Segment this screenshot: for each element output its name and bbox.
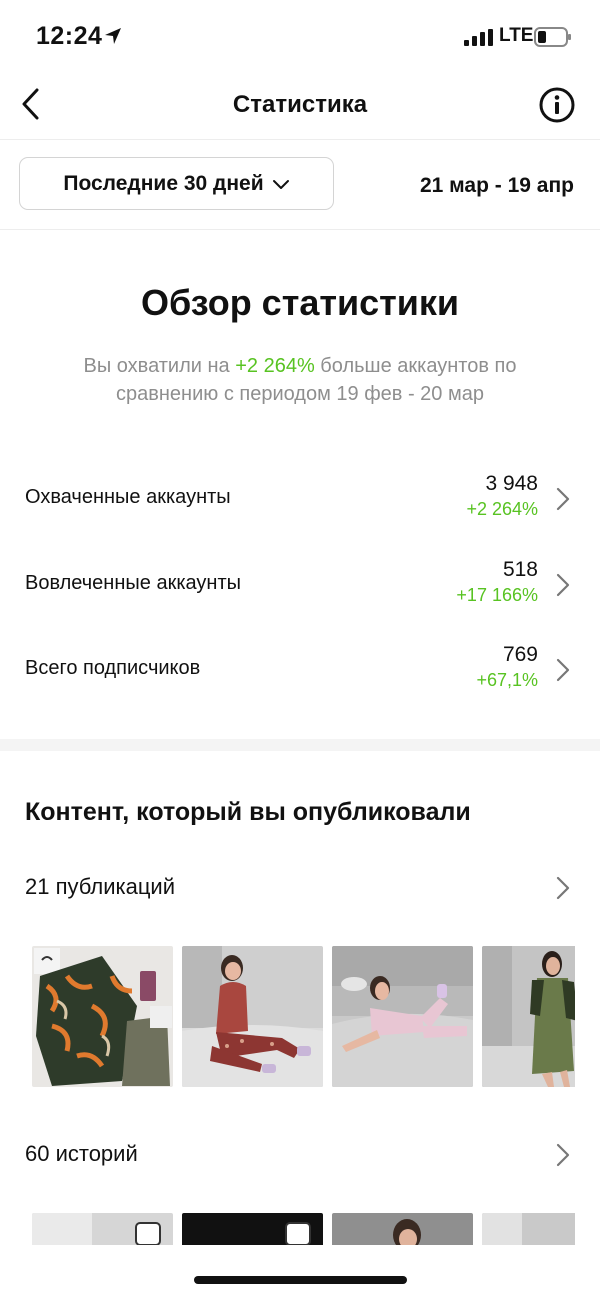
- chevron-right-icon: [556, 658, 570, 682]
- metric-label: Охваченные аккаунты: [25, 486, 231, 508]
- chevron-right-icon: [556, 487, 570, 511]
- story-image-3: [332, 1213, 473, 1248]
- metric-row-engaged-accounts[interactable]: Вовлеченные аккаунты 518 +17 166%: [0, 556, 600, 616]
- story-image-4: [482, 1213, 575, 1248]
- status-bar: 12:24 LTE: [0, 0, 600, 70]
- post-thumbnail[interactable]: [182, 946, 323, 1087]
- posts-count-label: 21 публикаций: [25, 874, 176, 899]
- metric-change: +67,1%: [476, 670, 538, 690]
- chevron-right-icon: [556, 1143, 570, 1167]
- story-image-2: [182, 1213, 323, 1248]
- metric-value: 3 948: [485, 472, 538, 495]
- chevron-down-icon: [272, 179, 289, 189]
- metric-value: 769: [502, 643, 538, 666]
- network-type: LTE: [499, 25, 534, 46]
- story-image-1: [32, 1213, 173, 1248]
- bottom-safe-area: [0, 1245, 600, 1297]
- posts-thumbnail-strip: [32, 946, 575, 1087]
- metric-row-total-followers[interactable]: Всего подписчиков 769 +67,1%: [0, 641, 600, 701]
- content-section-title: Контент, который вы опубликовали: [25, 798, 471, 826]
- overview-desc-prefix: Вы охватили на: [83, 355, 236, 377]
- chevron-right-icon: [556, 573, 570, 597]
- filter-bar: Последние 30 дней 21 мар - 19 апр: [0, 140, 600, 230]
- date-range: 21 мар - 19 апр: [419, 174, 574, 197]
- stories-count-label: 60 историй: [25, 1141, 138, 1166]
- home-indicator[interactable]: [194, 1276, 407, 1284]
- stories-thumbnail-strip: [32, 1213, 575, 1248]
- post-thumbnail[interactable]: [482, 946, 575, 1087]
- story-thumbnail[interactable]: [32, 1213, 173, 1248]
- signal-strength-icon: [464, 29, 493, 46]
- overview-title: Обзор статистики: [140, 282, 460, 323]
- status-time: 12:24: [36, 22, 103, 50]
- overview-desc-highlight: +2 264%: [235, 355, 315, 377]
- metric-change: +17 166%: [456, 585, 538, 605]
- chevron-right-icon: [556, 876, 570, 900]
- metric-label: Вовлеченные аккаунты: [25, 572, 241, 594]
- metric-value: 518: [502, 558, 538, 581]
- section-divider: [0, 739, 600, 751]
- story-thumbnail[interactable]: [332, 1213, 473, 1248]
- post-thumbnail[interactable]: [332, 946, 473, 1087]
- metric-label: Всего подписчиков: [25, 657, 201, 679]
- metric-change: +2 264%: [466, 499, 538, 519]
- metric-row-reached-accounts[interactable]: Охваченные аккаунты 3 948 +2 264%: [0, 470, 600, 530]
- location-arrow-icon: [105, 28, 121, 44]
- post-image-robe: [32, 946, 173, 1087]
- post-image-green-robe: [482, 946, 575, 1087]
- info-icon[interactable]: [538, 86, 576, 124]
- nav-bar: Статистика: [0, 70, 600, 140]
- period-dropdown[interactable]: Последние 30 дней: [19, 157, 334, 210]
- period-label: Последние 30 дней: [63, 171, 264, 195]
- overview-description: Вы охватили на +2 264% больше аккаунтов …: [50, 352, 550, 408]
- post-image-pajama-lying: [332, 946, 473, 1087]
- posts-row[interactable]: 21 публикаций: [0, 866, 600, 910]
- story-thumbnail[interactable]: [182, 1213, 323, 1248]
- stories-row[interactable]: 60 историй: [0, 1133, 600, 1177]
- page-title: Статистика: [232, 91, 368, 118]
- story-thumbnail[interactable]: [482, 1213, 575, 1248]
- post-image-pajama-sitting: [182, 946, 323, 1087]
- post-thumbnail[interactable]: [32, 946, 173, 1087]
- battery-icon: [534, 27, 571, 47]
